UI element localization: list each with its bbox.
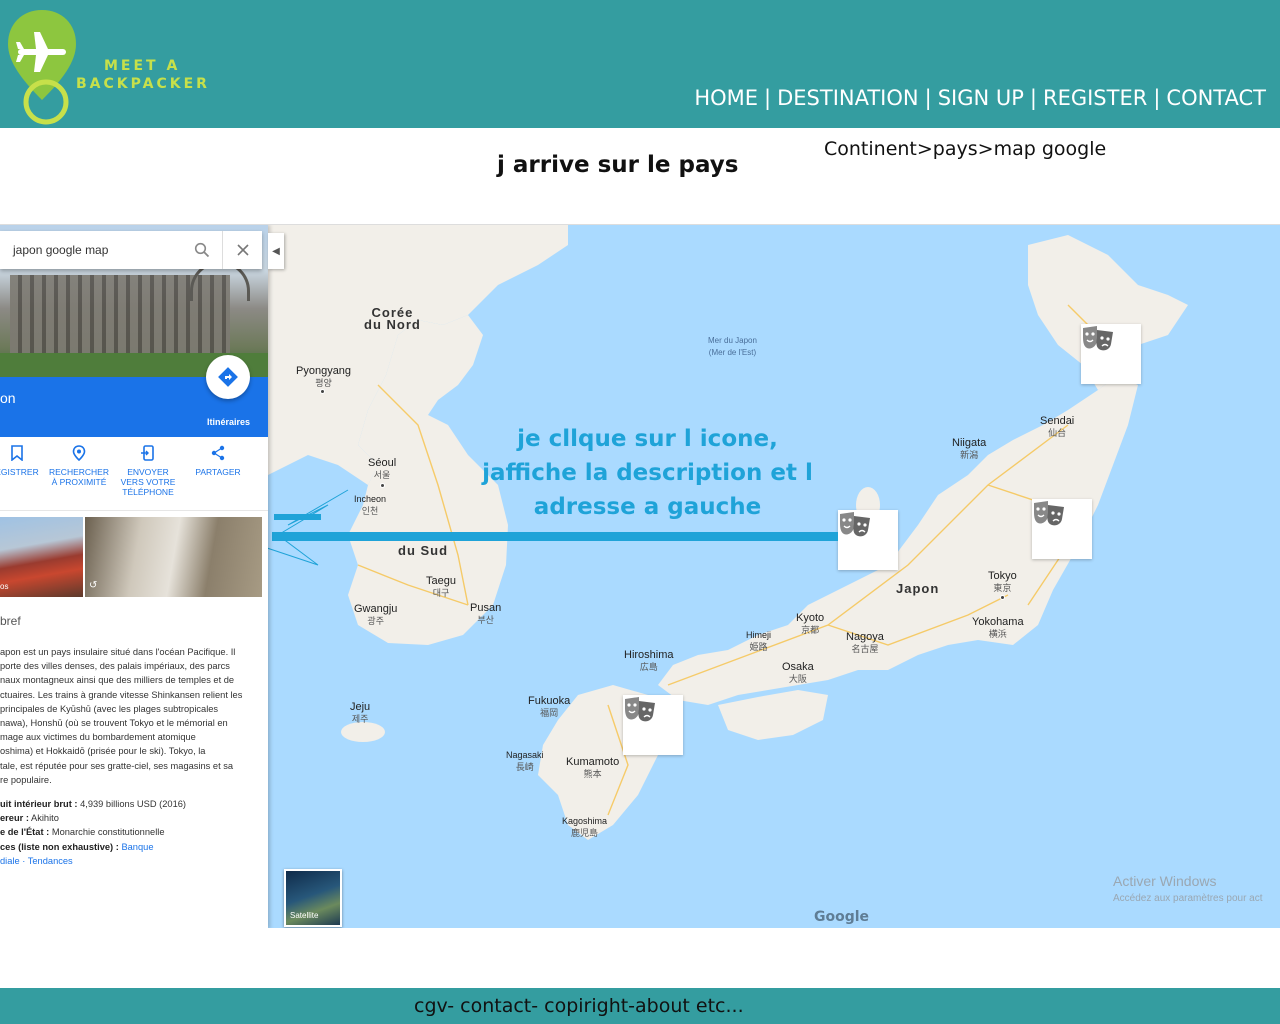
map-frame: Mer du Japon (Mer de l'Est) Corée du Nord … [0,224,1280,928]
fact-pib: uit intérieur brut : 4,939 billions USD … [0,799,187,809]
logo-text: MEET A BACKPACKER [76,57,210,93]
fact-sources: ces (liste non exhaustive) : Banque [0,841,154,852]
annotation-arrow-tick [274,514,321,520]
city-tokyo: Tokyo 東京 [988,570,1017,593]
fact-empereur: ereur : Akihito [0,813,59,824]
bookmark-icon [11,445,23,461]
collapse-panel-button[interactable]: ◀ [268,233,284,269]
city-jeju: Jeju 제주 [350,701,371,724]
label-du-sud: du Sud [398,543,449,558]
nav-home[interactable]: HOME [694,86,758,110]
map-marker-2[interactable] [1032,499,1092,559]
city-taegu: Taegu 대구 [426,575,456,598]
map-marker-3[interactable] [838,510,898,570]
city-dot [380,483,385,488]
nearby-button[interactable]: RECHERCHER À PROXIMITÉ [48,445,110,487]
city-kumamoto: Kumamoto 熊本 [566,756,620,779]
nav-separator: | [924,86,932,110]
city-seoul: Séoul 서울 [368,457,397,480]
city-kagoshima: Kagoshima 鹿児島 [562,816,608,838]
photo-thumbnail-1[interactable]: os [0,517,83,597]
city-pusan: Pusan 부산 [470,602,502,625]
share-button[interactable]: PARTAGER [190,445,246,477]
search-icon[interactable] [182,231,222,269]
main-nav: HOME | DESTINATION | SIGN UP | REGISTER … [694,86,1266,110]
search-box[interactable]: japon google map [0,231,262,269]
city-osaka: Osaka 大阪 [782,661,814,684]
nav-separator: | [764,86,772,110]
sea-label: Mer du Japon (Mer de l'Est) [708,336,757,357]
google-logo: Google [814,909,870,925]
city-sendai: Sendai 仙台 [1040,415,1075,438]
site-footer: cgv- contact- copiright-about etc... [0,988,1280,1024]
search-input[interactable]: japon google map [0,243,182,257]
fact-chef-etat: e de l'État : Monarchie constitutionnell… [0,827,165,838]
logo-pin-icon [8,10,76,125]
city-dot [1000,595,1005,600]
city-hiroshima: Hiroshima 広島 [624,649,674,672]
satellite-toggle[interactable]: Satellite [284,869,342,927]
breadcrumb: Continent>pays>map google [824,138,1107,160]
city-niigata: Niigata 新潟 [952,437,987,460]
windows-watermark: Activer Windows Accédez aux paramètres p… [1113,873,1263,904]
annotation-arrow [272,532,838,541]
location-pin-icon [72,445,86,461]
city-yokohama: Yokohama 横浜 [972,616,1024,639]
logo-line2: BACKPACKER [76,76,210,92]
map-marker-4[interactable] [623,695,683,755]
site-logo[interactable]: MEET A BACKPACKER [2,0,207,128]
share-icon [211,445,225,461]
action-row: EGISTRER RECHERCHERÀ PROXIMITÉ ENVOYERVE… [0,437,268,511]
label-coree-nord: Corée du Nord [364,305,421,332]
map-marker-1[interactable] [1081,324,1141,384]
annotation-text: je cllque sur l icone, jaffiche la descr… [482,426,813,520]
theater-masks-icon [1083,326,1113,351]
directions-icon [218,367,238,387]
send-to-phone-button[interactable]: ENVOYER VERS VOTRE TÉLÉPHONE [118,445,178,497]
city-fukuoka: Fukuoka 福岡 [528,695,571,718]
google-map[interactable]: Mer du Japon (Mer de l'Est) Corée du Nord … [268,225,1280,928]
city-pyongyang: Pyongyang 평양 [296,365,352,388]
nav-register[interactable]: REGISTER [1043,86,1147,110]
source-link[interactable]: Banque [121,842,153,852]
city-kyoto: Kyoto 京都 [796,612,825,635]
place-panel: japon google map on Itinéraires EGISTRER… [0,225,268,928]
city-dot [320,389,325,394]
footer-links[interactable]: cgv- contact- copiright-about etc... [414,995,744,1017]
nav-separator: | [1153,86,1161,110]
theater-masks-icon [625,697,655,722]
place-description: apon est un pays insulaire situé dans l'… [0,647,243,785]
save-button[interactable]: EGISTRER [0,445,40,477]
itineraires-label[interactable]: Itinéraires [207,417,250,427]
label-japon: Japon [896,581,940,596]
page-title: j arrive sur le pays [497,152,739,178]
nav-separator: | [1029,86,1037,110]
city-incheon: Incheon 인천 [354,494,387,516]
place-title: on [0,390,16,406]
directions-button[interactable] [206,355,250,399]
logo-line1: MEET A [104,58,181,74]
city-gwangju: Gwangju 광주 [354,603,398,626]
photo-thumbnail-2[interactable]: ↺ [85,517,262,597]
photo-strip: os ↺ [0,517,268,599]
city-nagasaki: Nagasaki 長崎 [506,750,544,772]
theater-masks-icon [1034,501,1064,526]
source-link-2[interactable]: diale · Tendances [0,854,262,868]
nav-contact[interactable]: CONTACT [1166,86,1266,110]
nav-destination[interactable]: DESTINATION [777,86,919,110]
section-heading: bref [0,614,21,628]
place-facts: uit intérieur brut : 4,939 billions USD … [0,797,262,868]
send-to-phone-icon [141,445,154,461]
street-view-icon: ↺ [89,580,98,591]
city-nagoya: Nagoya 名古屋 [846,631,884,654]
satellite-label: Satellite [290,911,319,920]
nav-sign-up[interactable]: SIGN UP [938,86,1024,110]
close-icon[interactable] [222,231,262,269]
city-himeji: Himeji 姫路 [746,630,772,652]
theater-masks-icon [840,512,870,537]
site-header: MEET A BACKPACKER HOME | DESTINATION | S… [0,0,1280,128]
